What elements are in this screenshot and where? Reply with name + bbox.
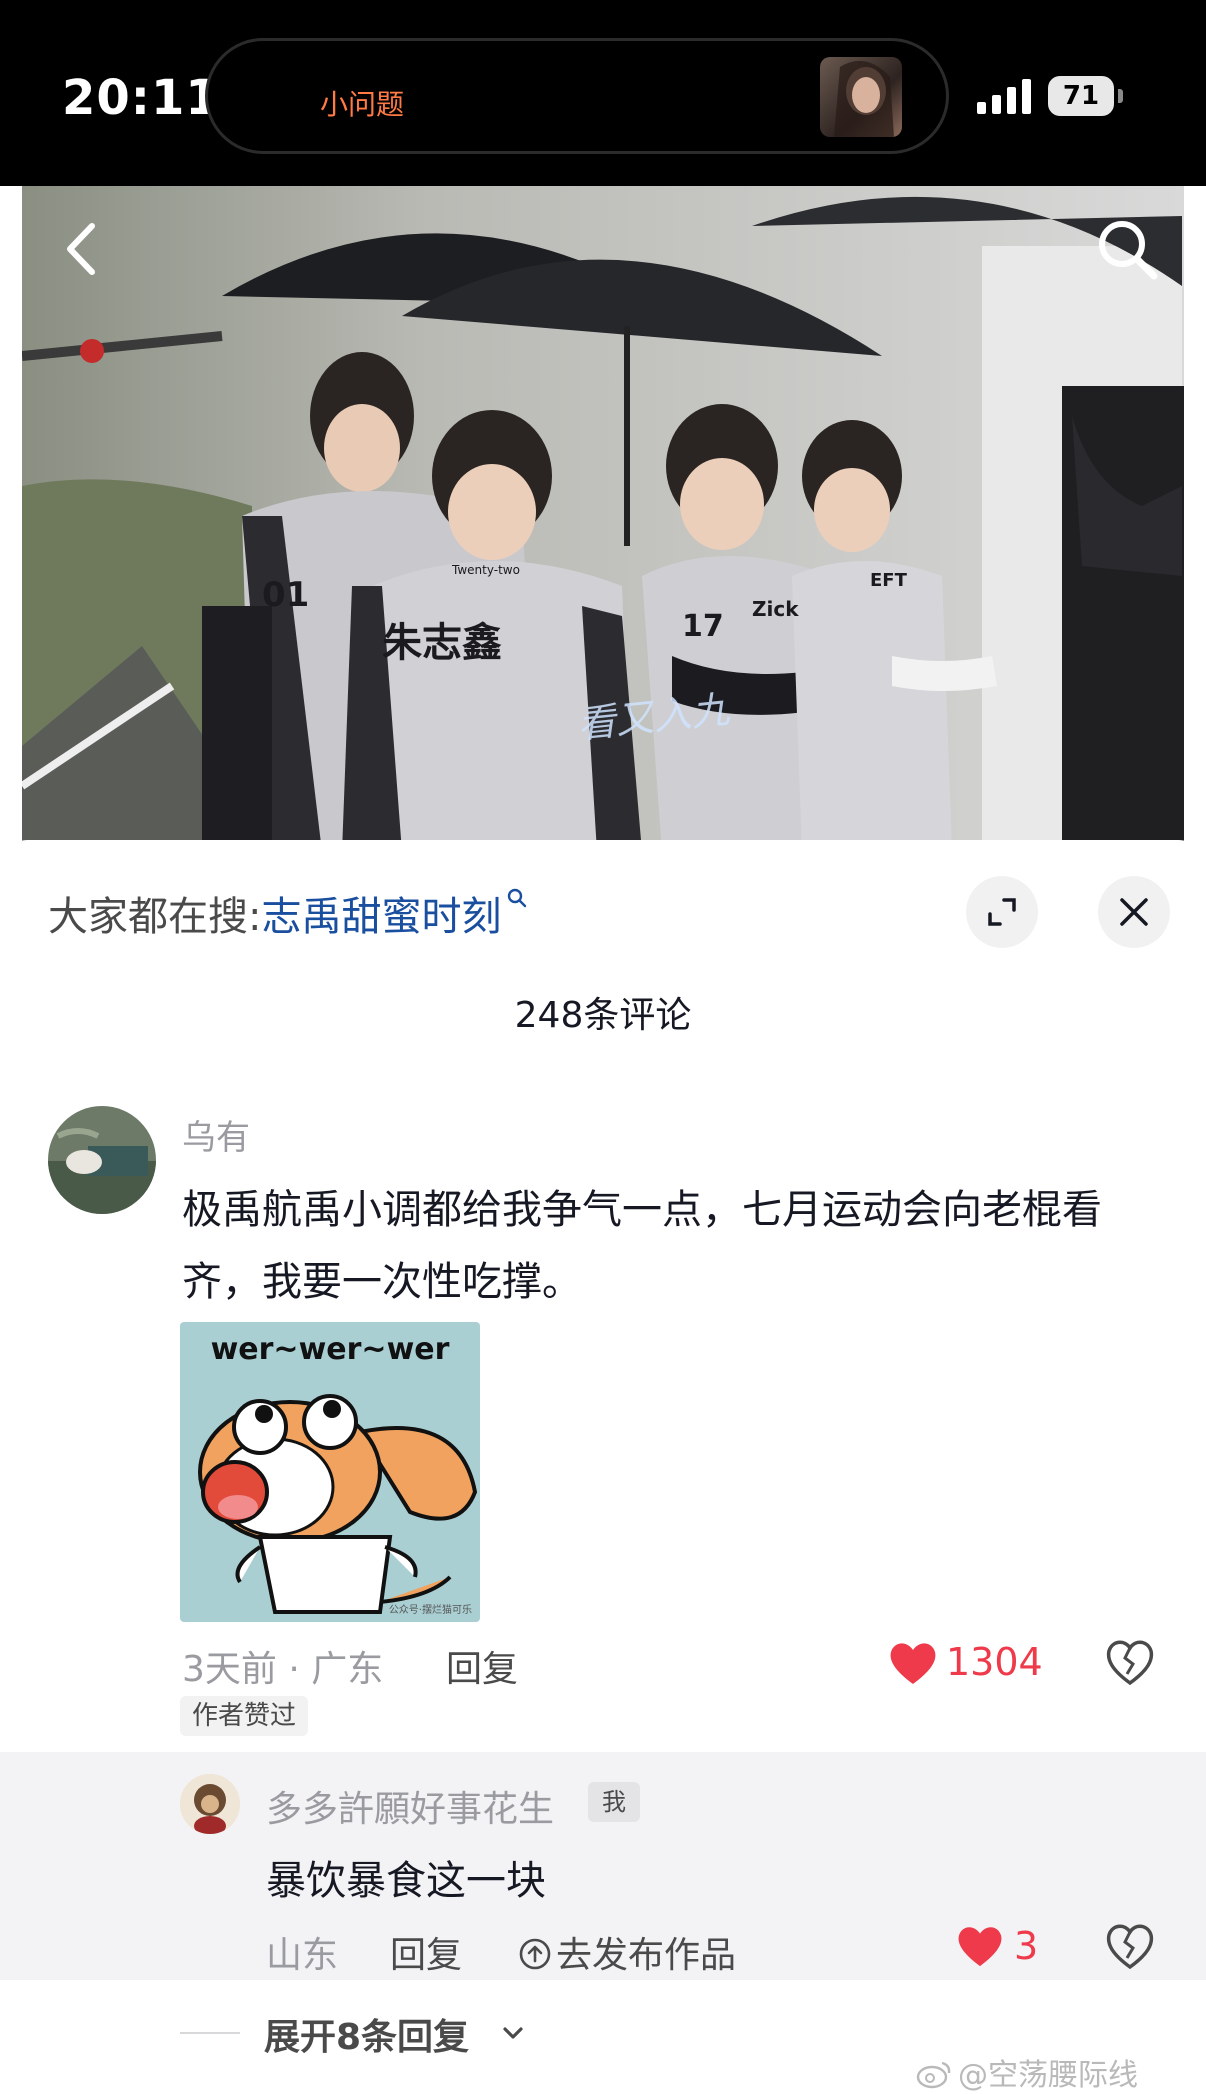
jersey-label-eft: EFT: [870, 570, 908, 591]
reply-button[interactable]: 回复: [390, 1926, 462, 1978]
chevron-down-icon: [503, 2027, 523, 2039]
comment-count: 248条评论: [514, 995, 692, 1036]
battery-icon: 71: [1048, 76, 1114, 116]
comment-sheet: 大家都在搜:志禹甜蜜时刻 248条评论 乌有 极禹航禹小调都给我争气一点，七月运…: [0, 840, 1206, 2094]
avatar[interactable]: [48, 1106, 156, 1214]
publish-arrow-icon: [519, 1938, 551, 1970]
like-count: 3: [1014, 1924, 1039, 1968]
back-arrow-icon[interactable]: [50, 214, 120, 284]
cartoon-dog-image: [198, 1394, 478, 1614]
search-suggestion[interactable]: 大家都在搜:志禹甜蜜时刻: [48, 884, 529, 942]
dynamic-island[interactable]: 小问题: [205, 38, 949, 154]
divider: [180, 2032, 240, 2034]
reply-text: 暴饮暴食这一块: [266, 1858, 546, 1904]
broken-heart-icon[interactable]: [1104, 1636, 1156, 1688]
status-bar: 20:11 小问题 71: [0, 0, 1206, 186]
video-player[interactable]: 01 Twenty-two 朱志鑫 17 Zick EFT 看又入九: [22, 186, 1184, 852]
comment-sticker[interactable]: wer~wer~wer 公众号·摆烂猫可乐: [180, 1322, 480, 1622]
jersey-name: 朱志鑫: [382, 620, 502, 666]
comment-username[interactable]: 乌有: [182, 1110, 250, 1159]
comment-meta: 3天前 · 广东: [182, 1649, 384, 1690]
weibo-watermark-text: @空荡腰际线: [958, 2058, 1138, 2093]
sticker-caption: wer~wer~wer: [210, 1332, 450, 1367]
jersey-number-01: 01: [262, 575, 309, 615]
expand-replies-label: 展开8条回复: [264, 2017, 470, 2058]
video-frame: 01 Twenty-two 朱志鑫 17 Zick EFT: [22, 186, 1184, 852]
battery-tip: [1118, 89, 1123, 103]
heart-icon: [890, 1643, 936, 1684]
reply-button[interactable]: 回复: [446, 1640, 518, 1692]
cellular-signal-icon: [977, 79, 1031, 114]
like-count: 1304: [946, 1640, 1043, 1684]
jersey-team-label: Twenty-two: [451, 563, 520, 577]
expand-button[interactable]: [966, 876, 1038, 948]
search-suggestion-keyword[interactable]: 志禹甜蜜时刻: [261, 894, 501, 940]
search-icon[interactable]: [1092, 214, 1162, 284]
comment-text: 极禹航禹小调都给我争气一点，七月运动会向老棍看齐，我要一次性吃撑。: [182, 1187, 1102, 1305]
publish-work-button[interactable]: 去发布作品: [518, 1926, 736, 1978]
weibo-icon: [916, 2061, 951, 2089]
island-music-title: 小问题: [320, 88, 405, 121]
expand-icon: [988, 898, 1016, 926]
jersey-label-zick: Zick: [752, 597, 799, 621]
broken-heart-icon[interactable]: [1104, 1920, 1156, 1972]
avatar[interactable]: [180, 1774, 240, 1834]
reply-username[interactable]: 多多許願好事花生: [266, 1780, 554, 1832]
status-time: 20:11: [62, 70, 220, 126]
jersey-number-17: 17: [682, 609, 724, 644]
sticker-watermark: 公众号·摆烂猫可乐: [388, 1605, 472, 1616]
close-icon: [1120, 898, 1148, 926]
heart-icon: [958, 1927, 1002, 1967]
reply-location: 山东: [266, 1935, 339, 1976]
search-icon: [508, 888, 527, 908]
search-suggestion-prefix: 大家都在搜:: [48, 894, 262, 940]
publish-work-label: 去发布作品: [556, 1935, 737, 1976]
weibo-watermark: @空荡腰际线: [916, 2050, 1138, 2094]
island-album-art: [820, 57, 902, 137]
reply-item: 多多許願好事花生 我 暴饮暴食这一块 山东 回复 去发布作品 3: [0, 1752, 1206, 1980]
me-badge: 我: [588, 1782, 640, 1822]
author-liked-badge: 作者赞过: [180, 1696, 309, 1736]
close-button[interactable]: [1098, 876, 1170, 948]
